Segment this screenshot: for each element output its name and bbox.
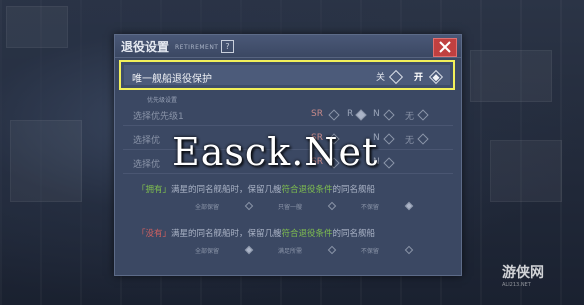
owned-rule-text: 「拥有」满星的同名舰船时，保留几艘符合退役条件的同名舰船: [137, 185, 376, 195]
option-none-radio[interactable]: [417, 133, 429, 145]
not-owned-keep-none-option[interactable]: 不保留: [361, 245, 414, 255]
background-tile: [6, 6, 68, 48]
protection-on-label: 开: [414, 73, 424, 83]
option-n-radio[interactable]: [383, 157, 395, 169]
not-owned-as-needed-option[interactable]: 满足所需: [278, 245, 337, 255]
option-sr-label: SR: [311, 109, 323, 119]
not-owned-rule-text: 「没有」满星的同名舰船时，保留几艘符合退役条件的同名舰船: [137, 229, 376, 239]
owned-keep-all-option[interactable]: 全部保留: [195, 201, 254, 211]
priority-label: 选择优先级1: [133, 112, 184, 122]
unique-ship-protection-label: 唯一舰船退役保护: [132, 74, 212, 85]
owned-keep-none-option[interactable]: 不保留: [361, 201, 414, 211]
priority-label: 选择优: [133, 160, 161, 170]
not-owned-rule-options: 全部保留 满足所需 不保留: [195, 245, 436, 255]
owned-keep-one-option[interactable]: 只留一艘: [278, 201, 337, 211]
dialog-title: 退役设置: [121, 40, 170, 54]
option-r-radio[interactable]: [355, 109, 367, 121]
protection-off-label: 关: [376, 73, 386, 83]
option-none-label: 无: [405, 136, 415, 146]
option-n-radio[interactable]: [383, 109, 395, 121]
help-icon[interactable]: ?: [221, 40, 234, 53]
background-tile: [490, 140, 562, 202]
dialog-header: 退役设置 RETIREMENT ?: [115, 35, 461, 58]
site-logo: 游侠网 ALI213.NET: [502, 265, 544, 288]
close-icon: [439, 41, 451, 53]
watermark-text: Easck.Net: [172, 130, 379, 174]
section-label: 优先级设置: [147, 97, 178, 104]
option-n-label: N: [373, 109, 380, 119]
priority-label: 选择优: [133, 136, 161, 146]
priority-row-1: 选择优先级1 SR R N 无: [123, 105, 453, 126]
option-r-label: R: [347, 109, 354, 119]
owned-rule-options: 全部保留 只留一艘 不保留: [195, 201, 436, 211]
unique-ship-protection-row: 唯一舰船退役保护 关 开: [119, 60, 455, 90]
background-tile: [470, 50, 552, 102]
option-none-label: 无: [405, 112, 415, 122]
close-button[interactable]: [433, 38, 457, 57]
option-none-radio[interactable]: [417, 109, 429, 121]
option-n-radio[interactable]: [383, 133, 395, 145]
dialog-subtitle: RETIREMENT: [175, 44, 219, 51]
option-sr-radio[interactable]: [328, 109, 340, 121]
background-tile: [10, 120, 82, 202]
not-owned-keep-all-option[interactable]: 全部保留: [195, 245, 254, 255]
